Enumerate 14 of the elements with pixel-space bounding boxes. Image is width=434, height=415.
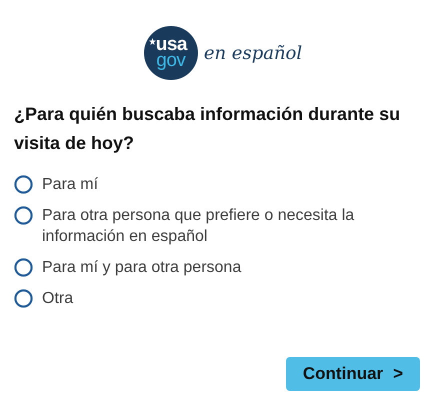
radio-button[interactable] bbox=[14, 289, 33, 308]
question-text: ¿Para quién buscaba información durante su visita de hoy? bbox=[14, 103, 402, 155]
radio-button[interactable] bbox=[14, 175, 33, 194]
logo-text: gov bbox=[156, 53, 186, 70]
continue-button[interactable]: Continuar > bbox=[286, 357, 420, 391]
option-label: Para otra persona que prefiere o necesita la información en español bbox=[42, 206, 356, 247]
logo-tagline: en español bbox=[204, 42, 302, 64]
radio-button[interactable] bbox=[14, 206, 33, 225]
logo-text: usa bbox=[156, 36, 187, 53]
star-icon bbox=[148, 38, 156, 45]
radio-button[interactable] bbox=[14, 258, 33, 277]
option-label: Otra bbox=[42, 289, 74, 309]
option-label: Para mí y para otra persona bbox=[42, 258, 242, 278]
option-label: Para mí bbox=[42, 175, 98, 195]
